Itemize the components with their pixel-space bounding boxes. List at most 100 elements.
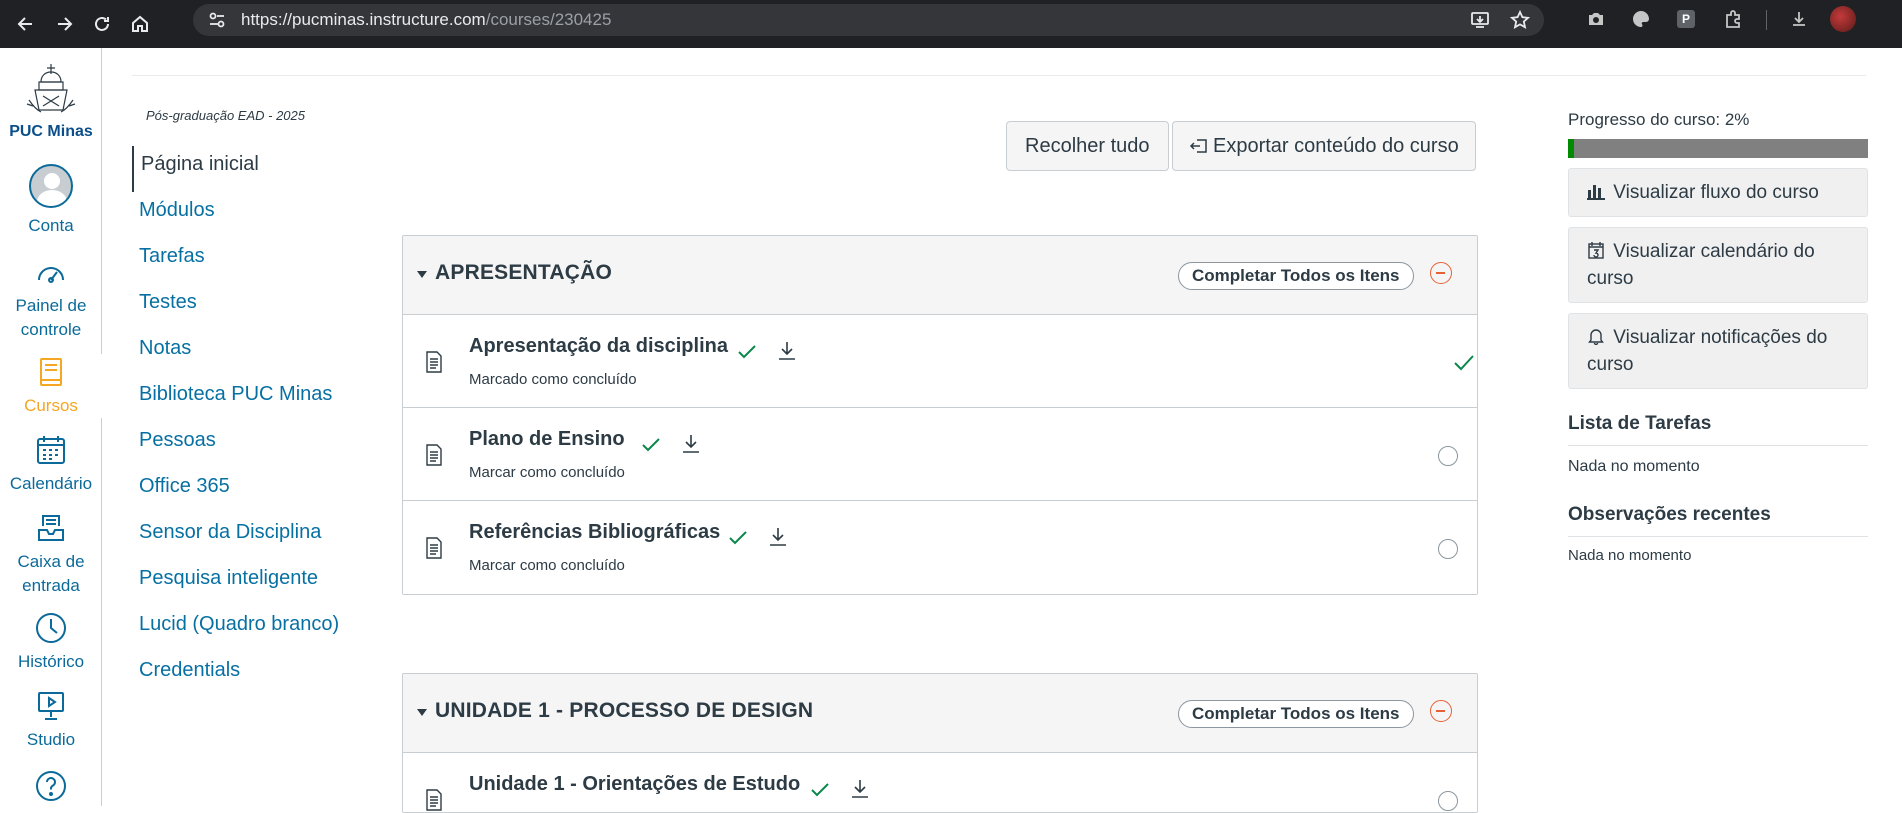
extensions-puzzle-icon[interactable] [1722, 8, 1744, 30]
document-icon [426, 537, 442, 559]
course-nav-assignments[interactable]: Tarefas [132, 238, 372, 284]
minus-circle-icon[interactable] [1430, 262, 1452, 284]
help-icon [36, 771, 66, 801]
reload-icon[interactable] [86, 8, 118, 40]
download-icon[interactable] [767, 525, 789, 549]
course-nav-modules[interactable]: Módulos [132, 192, 372, 238]
view-course-flow-label: Visualizar fluxo do curso [1613, 182, 1819, 203]
address-bar[interactable]: https://pucminas.instructure.com/courses… [193, 4, 1544, 36]
site-info-icon[interactable] [207, 10, 227, 30]
camera-extension-icon[interactable] [1585, 8, 1607, 30]
global-nav-inbox[interactable]: Caixa de entrada [0, 510, 102, 598]
courses-icon [40, 358, 62, 386]
completed-check-icon[interactable] [1452, 351, 1476, 375]
download-icon[interactable] [776, 339, 798, 363]
downloads-icon[interactable] [1788, 8, 1810, 30]
published-check-icon [642, 438, 660, 452]
course-nav-smart-search[interactable]: Pesquisa inteligente [132, 560, 372, 606]
mark-complete-link[interactable]: Marcar como concluído [469, 464, 625, 481]
bookmark-star-icon[interactable] [1510, 10, 1530, 30]
breadcrumb[interactable]: Pós-graduação EAD - 2025 [146, 108, 305, 123]
bell-icon [1588, 329, 1604, 346]
view-calendar-label: Visualizar calendário do curso [1587, 241, 1815, 289]
browser-toolbar: https://pucminas.instructure.com/courses… [0, 0, 1902, 48]
module-title: UNIDADE 1 - PROCESSO DE DESIGN [435, 699, 814, 722]
course-nav-lucid[interactable]: Lucid (Quadro branco) [132, 606, 372, 652]
document-icon [426, 444, 442, 466]
palette-extension-icon[interactable] [1630, 8, 1652, 30]
global-nav-dashboard[interactable]: Painel de controle [0, 254, 102, 342]
complete-all-button[interactable]: Completar Todos os Itens [1178, 262, 1414, 290]
install-app-icon[interactable] [1470, 10, 1490, 30]
collapse-triangle-icon[interactable] [417, 271, 427, 278]
export-content-button[interactable]: Exportar conteúdo do curso [1172, 121, 1476, 171]
view-course-flow-button[interactable]: Visualizar fluxo do curso [1568, 168, 1868, 217]
export-label: Exportar conteúdo do curso [1213, 134, 1459, 157]
minus-circle-icon[interactable] [1430, 700, 1452, 722]
p-extension-icon[interactable]: P [1677, 10, 1695, 28]
collapse-all-button[interactable]: Recolher tudo [1006, 121, 1169, 171]
clock-icon [36, 613, 66, 643]
incomplete-circle-icon[interactable] [1438, 539, 1458, 559]
download-icon[interactable] [849, 777, 871, 801]
home-icon[interactable] [124, 8, 156, 40]
view-notifications-button[interactable]: Visualizar notificações do curso [1568, 313, 1868, 389]
global-nav-calendar[interactable]: Calendário [0, 432, 102, 496]
course-nav: Página inicial Módulos Tarefas Testes No… [132, 146, 372, 698]
forward-icon[interactable] [48, 8, 80, 40]
calendar-small-icon [1588, 242, 1604, 259]
module-item: Referências Bibliográficas Marcar como c… [403, 501, 1477, 594]
published-check-icon [738, 345, 756, 359]
logo-text: PUC Minas [9, 123, 93, 140]
course-nav-sensor[interactable]: Sensor da Disciplina [132, 514, 372, 560]
calendar-icon [37, 436, 65, 464]
inbox-icon [38, 515, 64, 541]
incomplete-circle-icon[interactable] [1438, 446, 1458, 466]
global-nav-account[interactable]: Conta [0, 164, 102, 238]
course-nav-people[interactable]: Pessoas [132, 422, 372, 468]
item-title-link[interactable]: Plano de Ensino [469, 428, 625, 451]
document-icon [426, 351, 442, 373]
bar-chart-icon [1587, 185, 1605, 200]
global-nav-courses[interactable]: Cursos [0, 354, 102, 418]
module-header[interactable]: APRESENTAÇÃO Completar Todos os Itens [403, 236, 1477, 315]
back-icon[interactable] [10, 8, 42, 40]
mark-complete-link[interactable]: Marcar como concluído [469, 557, 625, 574]
course-nav-credentials[interactable]: Credentials [132, 652, 372, 698]
view-notifications-label: Visualizar notificações do curso [1587, 327, 1828, 375]
collapse-all-label: Recolher tudo [1025, 134, 1150, 157]
item-title-link[interactable]: Unidade 1 - Orientações de Estudo [469, 773, 800, 796]
download-icon[interactable] [680, 432, 702, 456]
course-nav-office365[interactable]: Office 365 [132, 468, 372, 514]
incomplete-circle-icon[interactable] [1438, 791, 1458, 811]
module-unit-1: UNIDADE 1 - PROCESSO DE DESIGN Completar… [402, 673, 1478, 813]
global-nav-label: Painel de controle [15, 296, 87, 339]
global-nav-help[interactable] [0, 768, 102, 808]
todo-empty-text: Nada no momento [1568, 458, 1700, 475]
item-title-link[interactable]: Apresentação da disciplina [469, 335, 728, 358]
global-nav-studio[interactable]: Studio [0, 688, 102, 752]
puc-minas-logo[interactable]: PUC Minas [0, 60, 102, 141]
progress-bar [1568, 139, 1868, 158]
recent-feedback-heading: Observações recentes [1568, 504, 1868, 537]
global-nav-label: Calendário [9, 474, 93, 493]
toolbar-divider [1766, 10, 1767, 30]
course-sidebar: Progresso do curso: 2% Visualizar fluxo … [1568, 110, 1868, 564]
course-nav-home[interactable]: Página inicial [132, 146, 372, 192]
global-nav-history[interactable]: Histórico [0, 610, 102, 674]
item-title-link[interactable]: Referências Bibliográficas [469, 521, 720, 544]
view-calendar-button[interactable]: Visualizar calendário do curso [1568, 227, 1868, 303]
course-nav-library[interactable]: Biblioteca PUC Minas [132, 376, 372, 422]
profile-avatar[interactable] [1830, 6, 1856, 32]
todo-heading: Lista de Tarefas [1568, 413, 1868, 446]
module-header[interactable]: UNIDADE 1 - PROCESSO DE DESIGN Completar… [403, 674, 1477, 753]
global-nav-label: Conta [28, 216, 74, 235]
collapse-triangle-icon[interactable] [417, 709, 427, 716]
complete-all-button[interactable]: Completar Todos os Itens [1178, 700, 1414, 728]
published-check-icon [729, 531, 747, 545]
course-nav-quizzes[interactable]: Testes [132, 284, 372, 330]
course-nav-grades[interactable]: Notas [132, 330, 372, 376]
global-nav-label: Cursos [24, 396, 78, 415]
account-avatar-icon [29, 164, 73, 208]
global-nav: PUC Minas Conta Painel de controle Curso… [0, 48, 102, 806]
